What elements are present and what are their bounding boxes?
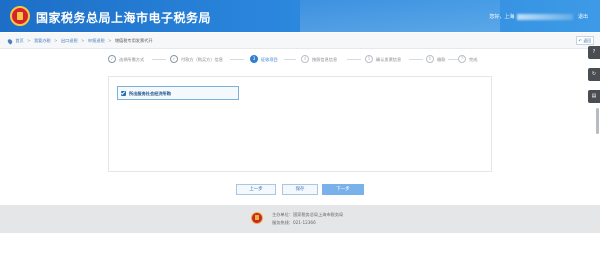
progress-steps: ✓ 选择所需方式 ✓ 付款方（购买方）信息 3 征收项目 4 按照信息信息 5 … (108, 54, 492, 66)
user-greeting: 您好，上海 (489, 14, 515, 20)
breadcrumb-separator: > (27, 38, 31, 43)
breadcrumb: 首页 > 我要办税 > 出口退税 > 申报退税 > 增值税专用发票代开 (6, 37, 153, 45)
refresh-button[interactable]: ↻ (588, 68, 600, 81)
breadcrumb-item-tax[interactable]: 我要办税 (34, 38, 51, 43)
step-3-circle: 3 (250, 55, 258, 63)
great-wall-decoration (300, 0, 500, 32)
clipboard-button[interactable]: ▤ (588, 90, 600, 103)
prev-button[interactable]: 上一步 (236, 184, 276, 195)
clipboard-icon: ▤ (591, 93, 597, 99)
step-7-label: 完成 (469, 57, 478, 62)
step-5-circle: 5 (365, 55, 373, 63)
step-4-circle: 4 (301, 55, 309, 63)
footer-emblem-icon (251, 212, 263, 224)
step-6-label: 缴款 (437, 57, 446, 62)
scrollbar-thumb[interactable] (596, 108, 599, 134)
help-button[interactable]: ? (588, 46, 600, 59)
breadcrumb-item-home[interactable]: 首页 (15, 38, 23, 43)
breadcrumb-item-refund[interactable]: 申报退税 (88, 38, 105, 43)
step-connector (409, 59, 423, 60)
save-button[interactable]: 保存 (282, 184, 318, 195)
step-2-label: 付款方（购买方）信息 (181, 57, 223, 62)
back-button[interactable]: ↶ 返回 (576, 36, 594, 45)
help-icon: ? (592, 49, 596, 55)
footer-hotline: 服务热线：021-12366 (272, 220, 316, 225)
site-footer: 主办单位：国家税务总局上海市税务局 服务热线：021-12366 (0, 205, 600, 233)
step-5-label: 确认发票信息 (376, 57, 402, 62)
user-area: 您好，上海 退出 (486, 13, 588, 20)
option-label: 所出服务社会经济所购 (129, 91, 171, 96)
step-connector (152, 59, 166, 60)
step-3-label: 征收项目 (261, 57, 278, 62)
step-6-circle: 6 (426, 55, 434, 63)
step-1-circle: ✓ (108, 55, 116, 63)
back-arrow-icon: ↶ (578, 38, 583, 43)
breadcrumb-separator: > (54, 38, 58, 43)
site-title: 国家税务总局上海市电子税务局 (36, 11, 212, 25)
location-pin-icon (6, 37, 14, 45)
breadcrumb-item-export[interactable]: 出口退税 (61, 38, 78, 43)
footer-host: 主办单位：国家税务总局上海市税务局 (272, 212, 344, 217)
step-1-label: 选择所需方式 (119, 57, 145, 62)
collection-option[interactable]: 所出服务社会经济所购 (117, 86, 239, 100)
refresh-icon: ↻ (591, 71, 597, 77)
step-connector (230, 59, 244, 60)
option-checkbox[interactable] (121, 91, 126, 96)
breadcrumb-bar: 首页 > 我要办税 > 出口退税 > 申报退税 > 增值税专用发票代开 ↶ 返回 (0, 33, 600, 49)
step-2-circle: ✓ (170, 55, 178, 63)
breadcrumb-current: 增值税专用发票代开 (114, 38, 153, 43)
step-connector (284, 59, 296, 60)
step-connector (347, 59, 361, 60)
breadcrumb-separator: > (81, 38, 85, 43)
breadcrumb-separator: > (107, 38, 112, 43)
exit-link[interactable]: 退出 (578, 14, 588, 20)
user-name-masked (517, 13, 574, 20)
back-label: 返回 (583, 38, 592, 43)
collection-items-panel: 所出服务社会经济所购 (108, 76, 492, 172)
step-7-circle: 7 (458, 55, 466, 63)
tax-emblem-icon (10, 6, 30, 26)
step-4-label: 按照信息信息 (312, 57, 338, 62)
site-header: 国家税务总局上海市电子税务局 您好，上海 退出 (0, 0, 600, 32)
next-button[interactable]: 下一步 (322, 184, 364, 195)
